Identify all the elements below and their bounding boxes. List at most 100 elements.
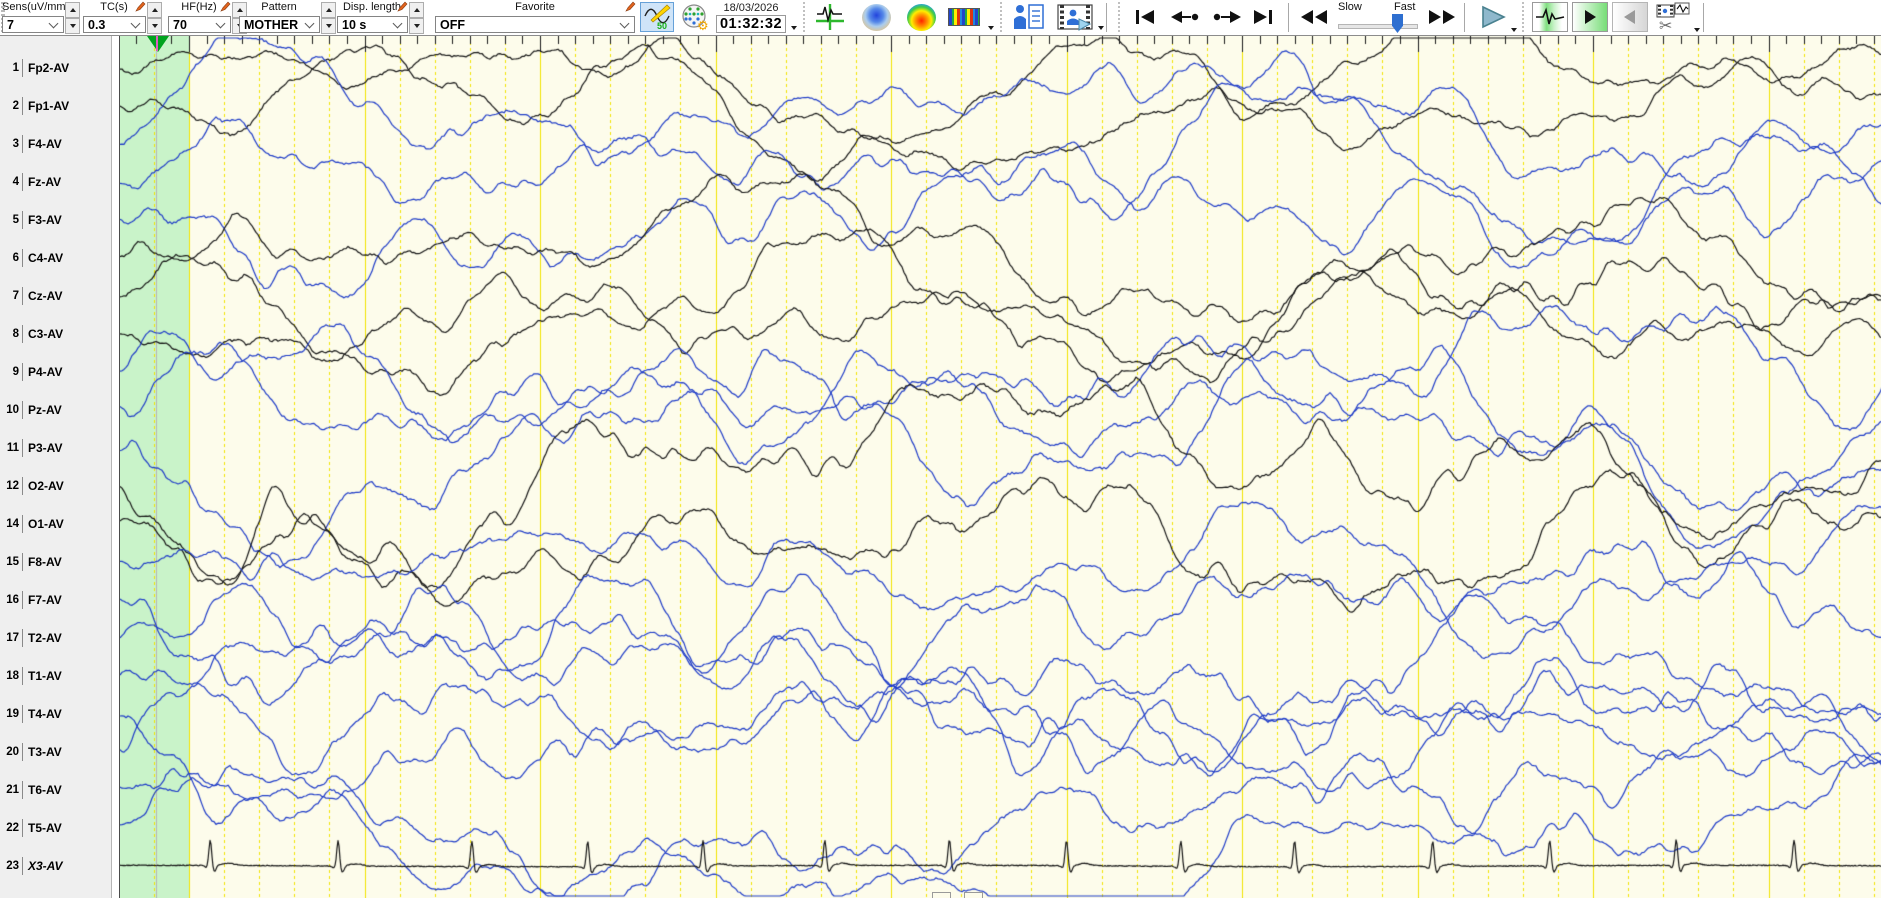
time-constant-select[interactable]: 0.3: [83, 16, 146, 33]
channel-row[interactable]: 18 T1-AV: [0, 667, 111, 685]
channel-number: 22: [6, 822, 19, 834]
electrode-setup-button[interactable]: ⚙: [678, 2, 712, 32]
high-frequency-filter-control: HF(Hz) 70: [168, 1, 247, 34]
chevron-down-icon: [392, 18, 403, 28]
channel-label: P4-AV: [28, 365, 63, 379]
fast-forward-button[interactable]: [1424, 2, 1460, 32]
video-dropdown-icon[interactable]: [1098, 26, 1104, 30]
page-forward-button[interactable]: [1572, 2, 1608, 32]
topo-map-button[interactable]: [902, 2, 940, 32]
skip-to-end-button[interactable]: [1248, 2, 1278, 32]
page-back-icon: [1624, 10, 1635, 24]
page-back-button[interactable]: [1612, 2, 1648, 32]
video-cut-button[interactable]: ✂: [1652, 2, 1694, 32]
channel-row[interactable]: 12 O2-AV: [0, 477, 111, 495]
channel-row[interactable]: 2 Fp1-AV: [0, 97, 111, 115]
notch-filter-button[interactable]: 50: [640, 2, 674, 32]
channel-row[interactable]: 20 T3-AV: [0, 743, 111, 761]
channel-row[interactable]: 1 Fp2-AV: [0, 59, 111, 77]
edit-pencil-icon[interactable]: [397, 1, 408, 12]
play-button[interactable]: [1474, 2, 1512, 32]
channel-row[interactable]: 7 Cz-AV: [0, 287, 111, 305]
speed-slider-thumb[interactable]: [1392, 14, 1403, 33]
channel-label-panel: 1 Fp2-AV 2 Fp1-AV 3 F4-AV 4 Fz-AV 5 F3-AV 6 C4-AV 7 C…: [0, 36, 111, 898]
display-length-down-button[interactable]: [409, 18, 424, 34]
pattern-select[interactable]: MOTHER: [239, 16, 320, 33]
time-display[interactable]: 01:32:32: [716, 15, 786, 33]
step-back-icon: [1171, 11, 1199, 23]
channel-row[interactable]: 6 C4-AV: [0, 249, 111, 267]
dsa-trend-button[interactable]: [945, 2, 983, 32]
map-3d-button[interactable]: [857, 2, 895, 32]
channel-number: 2: [12, 100, 19, 112]
play-dropdown-icon[interactable]: [1511, 28, 1517, 32]
playback-position-line: [156, 36, 158, 51]
channel-row[interactable]: 19 T4-AV: [0, 705, 111, 723]
main-toolbar: Sens(uV/mm) 7 TC(s) 0.3 HF(Hz) 70 Patter…: [0, 0, 1881, 36]
channel-number: 23: [6, 860, 19, 872]
datetime-display: 18/03/2026 01:32:32: [716, 1, 786, 34]
review-cursor-button[interactable]: [813, 2, 847, 32]
channel-number: 5: [12, 214, 19, 226]
pattern-up-button[interactable]: [321, 2, 336, 18]
channel-row[interactable]: 4 Fz-AV: [0, 173, 111, 191]
channel-number: 9: [12, 366, 19, 378]
channel-row[interactable]: 23 X3-AV: [0, 857, 111, 875]
video-button[interactable]: [1054, 2, 1096, 32]
channel-label: Pz-AV: [28, 403, 62, 417]
fast-forward-icon: [1429, 10, 1455, 24]
sensitivity-select[interactable]: 7: [2, 16, 64, 33]
channel-label: Fz-AV: [28, 175, 62, 189]
page-indicator-box[interactable]: [964, 892, 983, 898]
step-back-button[interactable]: [1166, 2, 1204, 32]
page-indicator-box[interactable]: [932, 892, 951, 898]
channel-row[interactable]: 17 T2-AV: [0, 629, 111, 647]
head-map-3d-icon: [861, 3, 891, 31]
pattern-down-button[interactable]: [321, 18, 336, 34]
skip-to-start-button[interactable]: [1130, 2, 1160, 32]
rewind-button[interactable]: [1296, 2, 1332, 32]
patient-report-button[interactable]: [1010, 2, 1048, 32]
edit-pencil-icon[interactable]: [135, 1, 146, 12]
channel-row[interactable]: 5 F3-AV: [0, 211, 111, 229]
channel-row[interactable]: 16 F7-AV: [0, 591, 111, 609]
eeg-traces-canvas[interactable]: [120, 36, 1881, 898]
play-icon: [1482, 5, 1506, 29]
edit-pencil-icon[interactable]: [220, 1, 231, 12]
channel-row[interactable]: 9 P4-AV: [0, 363, 111, 381]
channel-label: O1-AV: [28, 517, 64, 531]
sensitivity-down-button[interactable]: [65, 18, 80, 34]
video-cut-dropdown-icon[interactable]: [1694, 28, 1700, 32]
channel-row[interactable]: 15 F8-AV: [0, 553, 111, 571]
channel-row[interactable]: 10 Pz-AV: [0, 401, 111, 419]
display-length-up-button[interactable]: [409, 2, 424, 18]
step-forward-button[interactable]: [1208, 2, 1246, 32]
toolbar-separator: [1106, 3, 1107, 32]
channel-number: 17: [6, 632, 19, 644]
channel-row[interactable]: 22 T5-AV: [0, 819, 111, 837]
datetime-dropdown-icon[interactable]: [791, 26, 797, 30]
eeg-review-application: { "toolbar": { "controls": [ {"label": "…: [0, 0, 1881, 898]
display-length-select[interactable]: 10 s: [337, 16, 408, 33]
channel-row[interactable]: 8 C3-AV: [0, 325, 111, 343]
time-constant-down-button[interactable]: [147, 18, 162, 34]
favorite-select[interactable]: OFF: [435, 16, 635, 33]
sensitivity-up-button[interactable]: [65, 2, 80, 18]
time-constant-up-button[interactable]: [147, 2, 162, 18]
channel-row[interactable]: 3 F4-AV: [0, 135, 111, 153]
page-review-button[interactable]: [1532, 2, 1568, 32]
high-frequency-select[interactable]: 70: [168, 16, 231, 33]
channel-row[interactable]: 14 O1-AV: [0, 515, 111, 533]
channel-label: X3-AV: [28, 859, 63, 873]
sensitivity-spinner: [65, 2, 80, 34]
speed-slider-groove[interactable]: [1338, 24, 1418, 29]
toolbar-separator: [1464, 3, 1465, 32]
channel-number: 14: [6, 518, 19, 530]
maps-dropdown-icon[interactable]: [988, 26, 994, 30]
channel-number: 8: [12, 328, 19, 340]
edit-pencil-icon[interactable]: [625, 1, 636, 12]
time-constant-control: TC(s) 0.3: [83, 1, 162, 34]
date-label: 18/03/2026: [723, 2, 779, 14]
channel-row[interactable]: 21 T6-AV: [0, 781, 111, 799]
channel-row[interactable]: 11 P3-AV: [0, 439, 111, 457]
